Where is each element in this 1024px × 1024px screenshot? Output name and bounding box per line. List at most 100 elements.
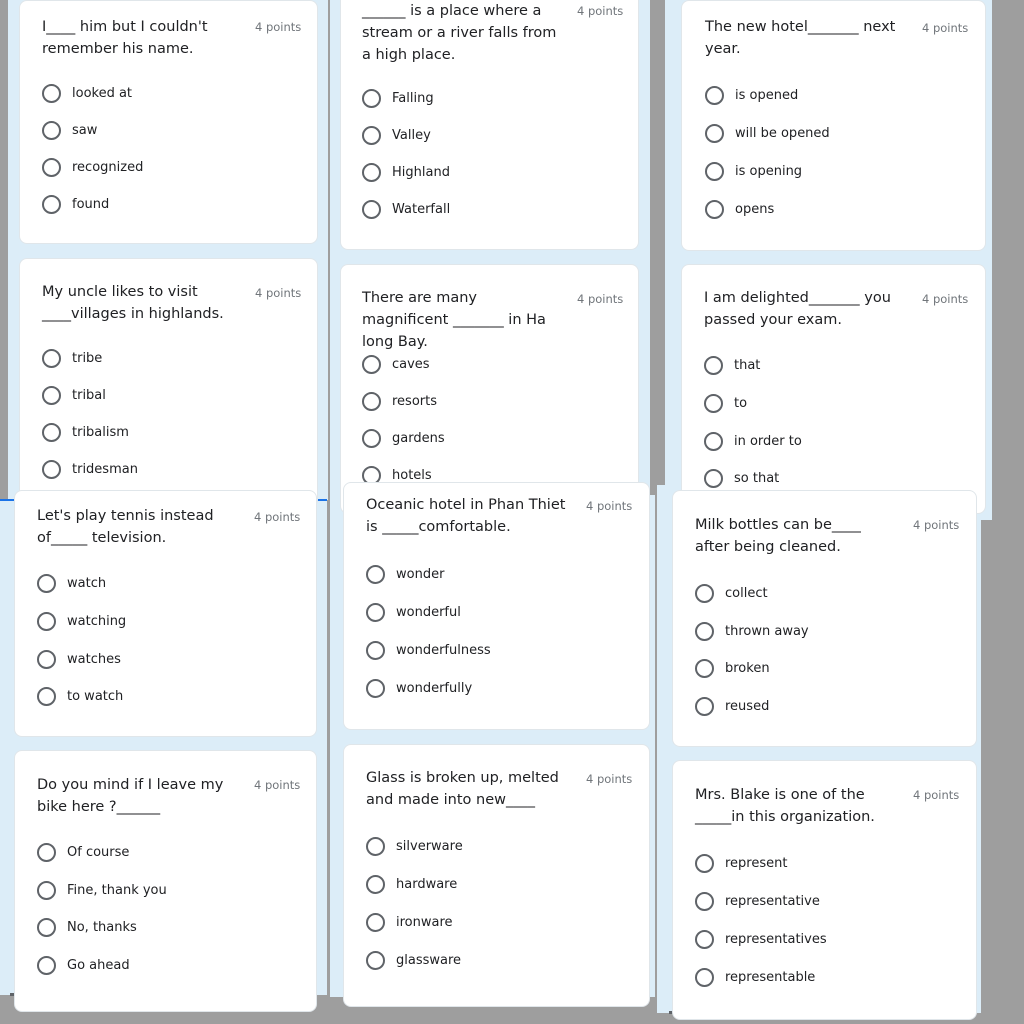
answer-option[interactable]: wonderfully xyxy=(366,677,472,699)
radio-button[interactable] xyxy=(42,157,61,177)
answer-option[interactable]: is opening xyxy=(705,160,802,182)
answer-option[interactable]: watches xyxy=(37,648,121,670)
radio-button[interactable] xyxy=(366,640,385,660)
radio-button[interactable] xyxy=(366,874,385,894)
answer-option[interactable]: recognized xyxy=(42,156,143,178)
answer-option[interactable]: tribalism xyxy=(42,421,129,443)
answer-option[interactable]: Falling xyxy=(362,87,434,109)
radio-button[interactable] xyxy=(704,431,723,451)
radio-button[interactable] xyxy=(37,649,56,669)
radio-button[interactable] xyxy=(37,611,56,631)
answer-option[interactable]: Valley xyxy=(362,124,431,146)
radio-button[interactable] xyxy=(37,880,56,900)
radio-button[interactable] xyxy=(37,573,56,593)
radio-button[interactable] xyxy=(37,842,56,862)
radio-button[interactable] xyxy=(695,853,714,873)
answer-option[interactable]: Go ahead xyxy=(37,954,130,976)
radio-button[interactable] xyxy=(704,355,723,375)
radio-button[interactable] xyxy=(362,125,381,145)
radio-button[interactable] xyxy=(362,162,381,182)
option-label: No, thanks xyxy=(67,919,137,935)
answer-option[interactable]: to watch xyxy=(37,685,123,707)
answer-option[interactable]: will be opened xyxy=(705,122,830,144)
answer-option[interactable]: No, thanks xyxy=(37,916,137,938)
answer-option[interactable]: representative xyxy=(695,890,820,912)
radio-button[interactable] xyxy=(42,459,61,479)
answer-option[interactable]: represent xyxy=(695,852,787,874)
radio-button[interactable] xyxy=(695,621,714,641)
answer-option[interactable]: representatives xyxy=(695,928,827,950)
answer-option[interactable]: thrown away xyxy=(695,620,809,642)
answer-option[interactable]: looked at xyxy=(42,82,132,104)
radio-button[interactable] xyxy=(42,83,61,103)
answer-option[interactable]: so that xyxy=(704,467,779,489)
answer-option[interactable]: reused xyxy=(695,695,769,717)
question-title: I am delighted_______ you passed your ex… xyxy=(704,290,891,328)
radio-button[interactable] xyxy=(42,194,61,214)
radio-button[interactable] xyxy=(366,678,385,698)
answer-option[interactable]: in order to xyxy=(704,430,802,452)
radio-button[interactable] xyxy=(705,123,724,143)
answer-option[interactable]: tridesman xyxy=(42,458,138,480)
radio-button[interactable] xyxy=(695,967,714,987)
radio-button[interactable] xyxy=(37,917,56,937)
option-label: so that xyxy=(734,470,780,486)
question-title: There are many magnificent _______ in Ha… xyxy=(362,290,546,350)
radio-button[interactable] xyxy=(695,929,714,949)
radio-button[interactable] xyxy=(695,696,714,716)
answer-option[interactable]: watching xyxy=(37,610,126,632)
radio-button[interactable] xyxy=(705,85,724,105)
answer-option[interactable]: gardens xyxy=(362,427,445,449)
answer-option[interactable]: wonderful xyxy=(366,601,461,623)
answer-option[interactable]: glassware xyxy=(366,949,461,971)
answer-option[interactable]: ironware xyxy=(366,911,453,933)
answer-option[interactable]: tribe xyxy=(42,347,102,369)
radio-button[interactable] xyxy=(704,468,723,488)
answer-option[interactable]: wonderfulness xyxy=(366,639,491,661)
radio-button[interactable] xyxy=(42,120,61,140)
answer-option[interactable]: silverware xyxy=(366,835,463,857)
radio-button[interactable] xyxy=(366,602,385,622)
answer-option[interactable]: is opened xyxy=(705,84,798,106)
radio-button[interactable] xyxy=(366,912,385,932)
radio-button[interactable] xyxy=(366,836,385,856)
answer-option[interactable]: saw xyxy=(42,119,97,141)
radio-button[interactable] xyxy=(362,391,381,411)
answer-option[interactable]: Waterfall xyxy=(362,198,450,220)
answer-option[interactable]: watch xyxy=(37,572,106,594)
answer-option[interactable]: found xyxy=(42,193,109,215)
radio-button[interactable] xyxy=(366,950,385,970)
answer-option[interactable]: representable xyxy=(695,966,815,988)
answer-option[interactable]: opens xyxy=(705,198,774,220)
answer-option[interactable]: wonder xyxy=(366,563,444,585)
radio-button[interactable] xyxy=(362,354,381,374)
answer-option[interactable]: Fine, thank you xyxy=(37,879,167,901)
answer-option[interactable]: caves xyxy=(362,353,430,375)
answer-option[interactable]: collect xyxy=(695,582,768,604)
radio-button[interactable] xyxy=(362,88,381,108)
answer-option[interactable]: broken xyxy=(695,657,770,679)
answer-option[interactable]: that xyxy=(704,354,760,376)
answer-option[interactable]: Of course xyxy=(37,841,129,863)
radio-button[interactable] xyxy=(695,658,714,678)
radio-button[interactable] xyxy=(695,891,714,911)
radio-button[interactable] xyxy=(705,161,724,181)
option-label: tridesman xyxy=(72,461,138,477)
radio-button[interactable] xyxy=(695,583,714,603)
radio-button[interactable] xyxy=(37,686,56,706)
radio-button[interactable] xyxy=(42,348,61,368)
radio-button[interactable] xyxy=(37,955,56,975)
answer-option[interactable]: Highland xyxy=(362,161,450,183)
answer-option[interactable]: to xyxy=(704,392,747,414)
radio-button[interactable] xyxy=(362,199,381,219)
radio-button[interactable] xyxy=(704,393,723,413)
answer-option[interactable]: tribal xyxy=(42,384,106,406)
option-label: Waterfall xyxy=(392,201,451,217)
answer-option[interactable]: hardware xyxy=(366,873,457,895)
radio-button[interactable] xyxy=(366,564,385,584)
radio-button[interactable] xyxy=(705,199,724,219)
answer-option[interactable]: resorts xyxy=(362,390,437,412)
radio-button[interactable] xyxy=(42,385,61,405)
radio-button[interactable] xyxy=(42,422,61,442)
radio-button[interactable] xyxy=(362,428,381,448)
